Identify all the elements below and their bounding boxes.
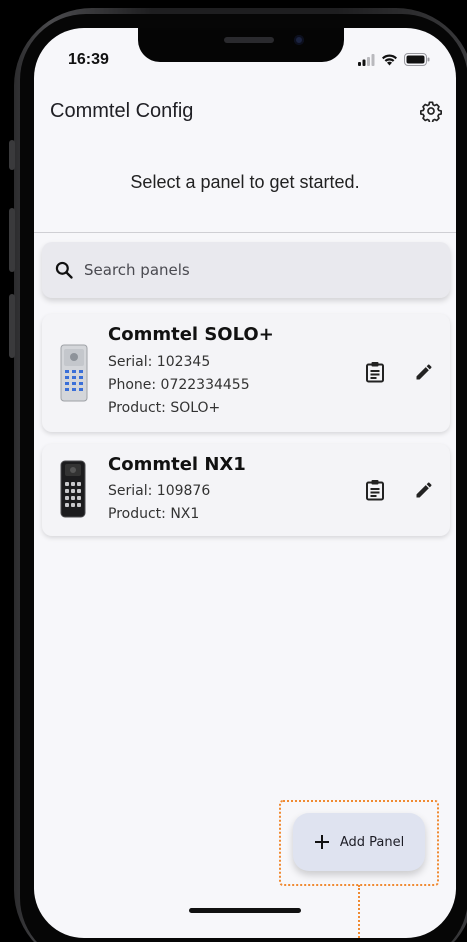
edit-button[interactable]: [410, 476, 438, 504]
volume-down-button: [9, 294, 15, 358]
panel-serial: Serial: 109876: [108, 483, 211, 499]
volume-up-button: [9, 208, 15, 272]
clipboard-icon: [366, 480, 384, 501]
select-panel-prompt: Select a panel to get started.: [130, 172, 360, 192]
wifi-icon: [382, 54, 397, 66]
panel-phone: Phone: 0722334455: [108, 377, 250, 393]
edit-button[interactable]: [410, 358, 438, 386]
intercom-panel-icon: [60, 344, 88, 402]
clipboard-icon: [366, 362, 384, 383]
panel-card-nx1[interactable]: Commtel NX1 Serial: 109876 Product: NX1: [42, 444, 450, 536]
panel-serial: Serial: 102345: [108, 354, 211, 370]
app-title: Commtel Config: [50, 100, 194, 122]
signal-icon: [358, 53, 375, 66]
panel-product: Product: NX1: [108, 506, 200, 522]
speaker-grille: [224, 37, 274, 43]
settings-button[interactable]: [418, 98, 444, 124]
notch: [138, 28, 344, 62]
pencil-icon: [416, 364, 432, 380]
add-panel-label: Add Panel: [339, 834, 405, 850]
search-icon: [55, 261, 73, 279]
fab-highlight-connector: [358, 885, 360, 938]
mute-switch: [9, 140, 15, 170]
clipboard-button[interactable]: [361, 476, 389, 504]
search-input[interactable]: [84, 261, 384, 279]
keypad-panel-icon: [60, 460, 86, 518]
search-bar[interactable]: [42, 242, 450, 298]
screen: 16:39 Commtel Config Select a panel to g…: [34, 28, 456, 938]
plus-icon: [314, 835, 329, 849]
gear-icon: [420, 101, 442, 122]
header-divider: [34, 232, 456, 233]
status-icons: [358, 53, 430, 66]
clipboard-button[interactable]: [361, 358, 389, 386]
panel-name: Commtel NX1: [108, 454, 246, 475]
add-panel-button[interactable]: Add Panel: [293, 813, 425, 871]
status-time: 16:39: [68, 51, 109, 68]
panel-name: Commtel SOLO+: [108, 324, 274, 345]
panel-card-solo-plus[interactable]: Commtel SOLO+ Serial: 102345 Phone: 0722…: [42, 314, 450, 432]
panel-product: Product: SOLO+: [108, 400, 221, 416]
pencil-icon: [416, 482, 432, 498]
front-camera: [294, 35, 304, 45]
battery-icon: [404, 53, 430, 66]
home-indicator[interactable]: [189, 908, 301, 913]
